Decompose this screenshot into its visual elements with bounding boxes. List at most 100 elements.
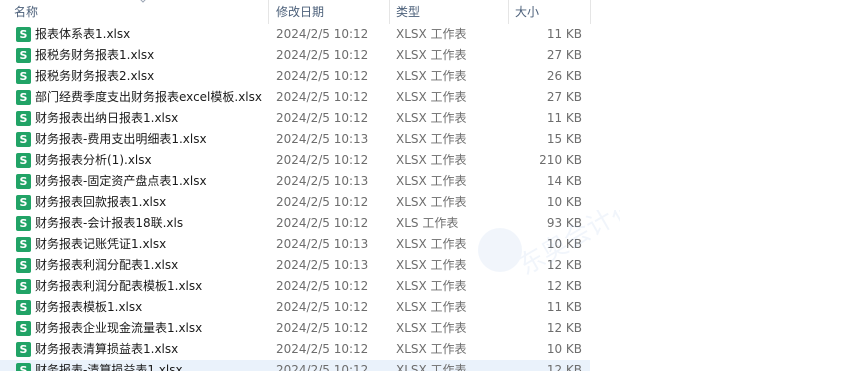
column-header-type[interactable]: 类型 [396,0,506,24]
excel-file-icon: S [16,111,31,126]
excel-file-icon: S [16,363,31,371]
file-type: XLSX 工作表 [396,258,467,272]
column-header-date-modified[interactable]: 修改日期 [276,0,386,24]
file-row[interactable]: S 财务报表利润分配表1.xlsx 2024/2/5 10:13 XLSX 工作表 12… [0,255,842,276]
file-name: 部门经费季度支出财务报表excel模板.xlsx [35,90,262,104]
file-date-modified: 2024/2/5 10:12 [276,216,369,230]
file-row[interactable]: S 财务报表-固定资产盘点表1.xlsx 2024/2/5 10:13 XLSX 工作… [0,171,842,192]
file-size: 11 KB [546,111,582,125]
file-size: 11 KB [546,27,582,41]
file-type: XLSX 工作表 [396,90,467,104]
excel-file-icon: S [16,27,31,42]
file-date-modified: 2024/2/5 10:12 [276,69,369,83]
file-size: 12 KB [546,258,582,272]
file-size: 27 KB [546,90,582,104]
file-row[interactable]: S 财务报表利润分配表模板1.xlsx 2024/2/5 10:12 XLSX 工作表… [0,276,842,297]
file-name: 报表体系表1.xlsx [35,27,131,41]
file-row[interactable]: S 报税务财务报表1.xlsx 2024/2/5 10:12 XLSX 工作表 27 K… [0,45,842,66]
file-name: 财务报表利润分配表模板1.xlsx [35,279,203,293]
file-name: 财务报表分析(1).xlsx [35,153,152,167]
file-name: 财务报表回款报表1.xlsx [35,195,167,209]
excel-file-icon: S [16,237,31,252]
column-divider[interactable] [590,0,591,24]
file-row[interactable]: S 财务报表-费用支出明细表1.xlsx 2024/2/5 10:13 XLSX 工作… [0,129,842,150]
file-date-modified: 2024/2/5 10:12 [276,321,369,335]
file-size: 12 KB [546,321,582,335]
file-name: 财务报表-清算损益表1.xlsx [35,363,183,371]
file-type: XLSX 工作表 [396,69,467,83]
file-size: 10 KB [546,195,582,209]
excel-file-icon: S [16,153,31,168]
file-type: XLSX 工作表 [396,195,467,209]
file-type: XLSX 工作表 [396,237,467,251]
file-name: 财务报表企业现金流量表1.xlsx [35,321,203,335]
file-type: XLSX 工作表 [396,111,467,125]
excel-file-icon: S [16,300,31,315]
file-row[interactable]: S 财务报表-清算损益表1.xlsx 2024/2/5 10:12 XLSX 工作表 1… [0,360,590,371]
excel-file-icon: S [16,174,31,189]
file-name: 财务报表出纳日报表1.xlsx [35,111,179,125]
file-size: 15 KB [546,132,582,146]
excel-file-icon: S [16,195,31,210]
file-row[interactable]: S 财务报表清算损益表1.xlsx 2024/2/5 10:12 XLSX 工作表 10… [0,339,842,360]
file-row[interactable]: S 报表体系表1.xlsx 2024/2/5 10:12 XLSX 工作表 11 KB [0,24,842,45]
excel-file-icon: S [16,258,31,273]
column-divider[interactable] [389,0,390,24]
file-row[interactable]: S 财务报表回款报表1.xlsx 2024/2/5 10:12 XLSX 工作表 10 … [0,192,842,213]
file-size: 14 KB [546,174,582,188]
column-divider[interactable] [508,0,509,24]
file-size: 27 KB [546,48,582,62]
file-row[interactable]: S 财务报表分析(1).xlsx 2024/2/5 10:12 XLSX 工作表 210… [0,150,842,171]
file-row[interactable]: S 财务报表模板1.xlsx 2024/2/5 10:12 XLSX 工作表 11 KB [0,297,842,318]
file-date-modified: 2024/2/5 10:12 [276,27,369,41]
column-header-size[interactable]: 大小 [515,0,585,24]
file-name: 财务报表利润分配表1.xlsx [35,258,179,272]
file-type: XLSX 工作表 [396,174,467,188]
excel-file-icon: S [16,90,31,105]
file-list-view: 名称 修改日期 类型 大小 S 报表体系表1.xlsx 2024/2/5 10:12… [0,0,842,371]
file-row[interactable]: S 财务报表-会计报表18联.xls 2024/2/5 10:12 XLS 工作表 93… [0,213,842,234]
excel-file-icon: S [16,216,31,231]
file-type: XLS 工作表 [396,216,459,230]
file-size: 11 KB [546,300,582,314]
excel-file-icon: S [16,342,31,357]
file-type: XLSX 工作表 [396,132,467,146]
file-row[interactable]: S 财务报表出纳日报表1.xlsx 2024/2/5 10:12 XLSX 工作表 11… [0,108,842,129]
column-divider[interactable] [268,0,269,24]
file-date-modified: 2024/2/5 10:12 [276,342,369,356]
file-row[interactable]: S 部门经费季度支出财务报表excel模板.xlsx 2024/2/5 10:12 X… [0,87,842,108]
file-type: XLSX 工作表 [396,27,467,41]
file-row[interactable]: S 财务报表记账凭证1.xlsx 2024/2/5 10:13 XLSX 工作表 10 … [0,234,842,255]
file-date-modified: 2024/2/5 10:13 [276,237,369,251]
file-date-modified: 2024/2/5 10:12 [276,111,369,125]
file-date-modified: 2024/2/5 10:12 [276,279,369,293]
file-name: 财务报表记账凭证1.xlsx [35,237,167,251]
excel-file-icon: S [16,132,31,147]
excel-file-icon: S [16,279,31,294]
file-name: 财务报表清算损益表1.xlsx [35,342,179,356]
file-date-modified: 2024/2/5 10:13 [276,132,369,146]
file-date-modified: 2024/2/5 10:12 [276,90,369,104]
file-name: 报税务财务报表1.xlsx [35,48,155,62]
excel-file-icon: S [16,321,31,336]
file-date-modified: 2024/2/5 10:12 [276,48,369,62]
file-date-modified: 2024/2/5 10:13 [276,174,369,188]
file-date-modified: 2024/2/5 10:12 [276,195,369,209]
file-size: 12 KB [546,363,582,371]
file-size: 26 KB [546,69,582,83]
file-type: XLSX 工作表 [396,153,467,167]
file-size: 10 KB [546,237,582,251]
file-date-modified: 2024/2/5 10:12 [276,363,369,371]
file-size: 210 KB [539,153,582,167]
file-row[interactable]: S 报税务财务报表2.xlsx 2024/2/5 10:12 XLSX 工作表 26 K… [0,66,842,87]
column-header-name[interactable]: 名称 [14,0,268,24]
file-rows: S 报表体系表1.xlsx 2024/2/5 10:12 XLSX 工作表 11 KB S… [0,24,842,371]
file-size: 10 KB [546,342,582,356]
file-name: 财务报表-费用支出明细表1.xlsx [35,132,207,146]
file-date-modified: 2024/2/5 10:13 [276,258,369,272]
column-header-row: 名称 修改日期 类型 大小 [0,0,842,24]
file-row[interactable]: S 财务报表企业现金流量表1.xlsx 2024/2/5 10:12 XLSX 工作表… [0,318,842,339]
file-name: 财务报表-会计报表18联.xls [35,216,184,230]
file-type: XLSX 工作表 [396,48,467,62]
file-type: XLSX 工作表 [396,342,467,356]
